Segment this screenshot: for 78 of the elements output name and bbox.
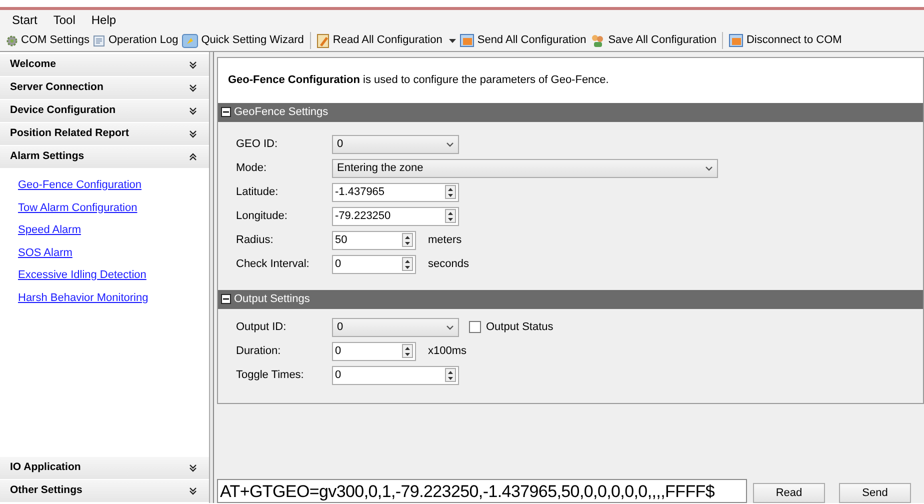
field-label: Toggle Times: — [236, 368, 305, 383]
spin-field[interactable]: -1.437965 — [332, 182, 459, 202]
chevron-down-icon — [446, 324, 454, 330]
action-button[interactable]: Read — [753, 483, 825, 503]
field-label: Radius: — [236, 232, 274, 248]
collapse-icon[interactable] — [221, 107, 231, 117]
expand-icon — [189, 107, 197, 115]
field-label: Longitude: — [236, 208, 288, 224]
spinner-icon[interactable] — [445, 185, 456, 199]
sidebar-header[interactable]: Server Connection — [0, 77, 209, 99]
sidebar-header[interactable]: Other Settings — [0, 480, 209, 502]
spin-field[interactable]: 0 — [332, 366, 459, 384]
toolbar-button[interactable]: COM Settings — [4, 32, 92, 49]
dropdown[interactable]: 0 — [332, 134, 459, 154]
field-label: Output ID: — [236, 320, 288, 335]
unit-label: seconds — [428, 256, 469, 272]
expand-icon — [189, 487, 197, 495]
gear-icon — [6, 34, 18, 46]
spin-field[interactable]: 0 — [332, 342, 416, 360]
unit-label: x100ms — [428, 344, 467, 359]
sidebar-header[interactable]: IO Application — [0, 457, 209, 479]
spin-field[interactable]: 50 — [332, 230, 416, 250]
section-header[interactable]: GeoFence Settings — [218, 102, 923, 122]
sidebar-link[interactable]: Harsh Behavior Monitoring — [18, 290, 148, 306]
dropdown[interactable]: 0 — [332, 318, 459, 336]
menu-item[interactable]: Tool — [53, 11, 76, 29]
caret-icon — [449, 38, 456, 42]
spinner-icon[interactable] — [402, 233, 413, 247]
spin-field[interactable]: 0 — [332, 254, 416, 274]
checkbox[interactable] — [469, 321, 481, 333]
field-label: GEO ID: — [236, 136, 279, 152]
sidebar-header[interactable]: Device Configuration — [0, 100, 209, 122]
expand-icon — [189, 464, 197, 472]
spinner-icon[interactable] — [402, 257, 413, 271]
sidebar-header[interactable]: Alarm Settings — [0, 146, 209, 168]
section-header[interactable]: Output Settings — [218, 290, 923, 308]
sidebar-link[interactable]: Geo-Fence Configuration — [18, 177, 142, 194]
spinner-icon[interactable] — [445, 209, 456, 223]
people-icon — [590, 34, 606, 47]
sidebar-link[interactable]: Excessive Idling Detection — [18, 267, 146, 284]
toolbar-button[interactable]: Operation Log — [91, 32, 180, 49]
unit-label: meters — [428, 232, 462, 248]
field-label: Duration: — [236, 344, 282, 359]
sidebar-link[interactable]: Speed Alarm — [18, 222, 81, 238]
spinner-icon[interactable] — [445, 368, 456, 382]
collapse-icon[interactable] — [221, 294, 231, 304]
sidebar-link[interactable]: Tow Alarm Configuration — [18, 200, 138, 216]
document-icon — [93, 34, 106, 46]
toolbar-button[interactable]: Disconnect to COM — [722, 32, 844, 49]
collapse-icon — [189, 153, 197, 161]
field-label: Check Interval: — [236, 256, 310, 272]
toolbar-button[interactable]: Save All Configuration — [588, 32, 718, 49]
menu-item[interactable]: Help — [91, 11, 116, 29]
expand-icon — [189, 130, 197, 138]
sidebar-header[interactable]: Welcome — [0, 54, 209, 76]
dropdown[interactable]: Entering the zone — [332, 158, 718, 178]
spinner-icon[interactable] — [402, 344, 413, 358]
picture-icon — [729, 34, 744, 47]
menu-item[interactable]: Start — [12, 11, 38, 29]
pencil-icon — [316, 34, 330, 48]
toolbar-button[interactable]: Quick Setting Wizard — [180, 32, 306, 49]
field-label: Latitude: — [236, 184, 280, 200]
expand-icon — [189, 61, 197, 69]
command-field[interactable]: AT+GTGEO=gv300,0,1,-79.223250,-1.437965,50,0,0,0,0,0,,,,FFFF$ — [217, 479, 747, 503]
spin-field[interactable]: -79.223250 — [332, 206, 459, 226]
checkbox-label: Output Status — [486, 320, 554, 335]
sidebar-link[interactable]: SOS Alarm — [18, 244, 72, 261]
action-button[interactable]: Send — [839, 483, 911, 503]
description-text: Geo-Fence Configuration is used to configure the parameters of Geo-Fence. — [227, 73, 610, 88]
toolbar-button[interactable]: Read All Configuration — [310, 32, 458, 49]
toolbar-button[interactable]: Send All Configuration — [458, 32, 588, 49]
chevron-down-icon — [446, 142, 454, 146]
picture-icon — [460, 34, 474, 47]
field-label: Mode: — [236, 160, 268, 176]
sidebar-header[interactable]: Position Related Report — [0, 123, 209, 145]
wizard-icon — [182, 34, 198, 48]
chevron-down-icon — [705, 166, 713, 170]
expand-icon — [189, 84, 197, 92]
